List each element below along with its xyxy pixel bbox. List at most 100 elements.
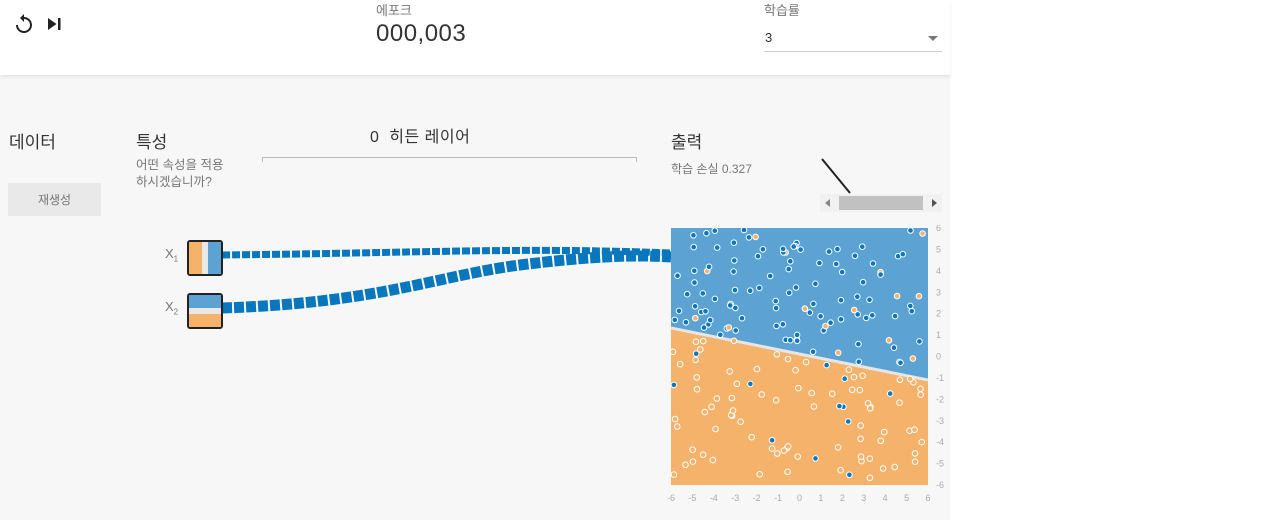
chevron-down-icon [928, 36, 938, 41]
data-point [866, 296, 873, 304]
data-point [671, 381, 678, 389]
data-point [825, 248, 833, 255]
data-point [693, 374, 701, 381]
data-point [850, 373, 858, 381]
data-point [908, 307, 916, 315]
feature-x2-label: X2 [165, 299, 179, 317]
training-loss: 학습 손실 0.327 [671, 160, 752, 177]
y-tick-label: 5 [936, 244, 941, 254]
data-point [911, 458, 919, 465]
data-point [891, 463, 898, 471]
step-forward-icon[interactable] [44, 12, 68, 36]
output-column-title: 출력 [671, 133, 703, 152]
x-tick-label: 2 [840, 493, 845, 503]
data-point [691, 267, 698, 275]
data-point [772, 304, 780, 312]
horizontal-scrollbar[interactable] [820, 194, 942, 212]
data-point [671, 348, 677, 356]
data-point [747, 380, 754, 388]
data-point [705, 263, 713, 271]
x-tick-label: -6 [668, 493, 675, 503]
scrollbar-thumb[interactable] [839, 196, 923, 210]
data-point [792, 366, 799, 374]
data-point [854, 293, 861, 300]
data-point [794, 453, 801, 460]
data-point [855, 358, 863, 366]
data-point [725, 324, 733, 331]
data-point [841, 375, 848, 382]
data-point [676, 360, 684, 368]
data-point [859, 278, 867, 286]
scroll-left-icon[interactable] [825, 199, 830, 207]
y-tick-label: 4 [936, 266, 941, 276]
x-tick-label: 4 [883, 493, 888, 503]
learning-rate-value: 3 [765, 30, 773, 45]
reset-icon[interactable] [12, 12, 36, 36]
data-point [753, 365, 761, 373]
data-point [740, 228, 748, 234]
data-point [857, 435, 864, 443]
data-point [699, 337, 707, 345]
y-tick-label: 1 [936, 330, 941, 340]
data-point [837, 296, 845, 304]
data-point [713, 244, 721, 251]
data-point [857, 453, 865, 460]
data-point [816, 259, 823, 267]
data-point [692, 350, 700, 357]
data-point [709, 456, 717, 464]
data-point [779, 245, 787, 253]
data-point [795, 384, 802, 392]
data-point [896, 399, 903, 406]
data-point [737, 418, 744, 425]
data-point [738, 314, 746, 322]
data-point [866, 405, 874, 412]
learning-rate-select[interactable]: 3 [764, 27, 942, 52]
data-point [730, 239, 738, 247]
feature-node-x1[interactable] [187, 240, 223, 276]
data-point [859, 243, 866, 251]
data-point [730, 268, 737, 275]
data-point [823, 361, 830, 369]
data-point [754, 252, 762, 260]
data-point [784, 443, 792, 450]
scroll-right-icon[interactable] [932, 199, 937, 207]
data-point [712, 425, 719, 433]
epoch-value: 000,003 [376, 20, 467, 47]
data-point [881, 428, 888, 436]
data-point [772, 297, 779, 305]
data-point [729, 407, 737, 414]
data-point [906, 375, 914, 383]
data-point [834, 349, 842, 357]
data-point [919, 230, 926, 237]
y-tick-label: -6 [936, 480, 944, 490]
x-tick-label: 3 [861, 493, 866, 503]
learning-rate-label: 학습률 [764, 3, 800, 18]
data-point [848, 386, 856, 394]
data-point [683, 290, 691, 298]
data-point [733, 380, 741, 388]
data-point [917, 391, 924, 398]
data-point [671, 316, 679, 324]
data-point [812, 455, 819, 462]
data-point [817, 313, 824, 320]
data-point [691, 303, 699, 310]
feature-node-x2[interactable] [187, 293, 223, 329]
data-point [773, 351, 781, 358]
y-tick-label: -4 [936, 437, 944, 447]
training-loss-label: 학습 손실 [671, 162, 719, 176]
data-point [693, 385, 701, 393]
x-axis-ticks: -6 -5 -4 -3 -2 -1 0 1 2 3 4 5 6 [668, 493, 931, 503]
data-point [692, 338, 700, 346]
x-tick-label: 0 [797, 493, 802, 503]
data-point [758, 391, 765, 398]
data-point [866, 474, 874, 482]
data-point [808, 389, 815, 397]
data-point [828, 390, 836, 397]
data-point [766, 272, 774, 280]
network-area: 데이터 재생성 특성 어떤 속성을 적용하시겠습니까? 0 히든 레이어 X1 … [0, 75, 950, 520]
data-point [890, 344, 898, 351]
data-point [810, 403, 818, 410]
data-point [689, 458, 697, 465]
data-point [907, 228, 914, 234]
data-point [837, 316, 845, 323]
